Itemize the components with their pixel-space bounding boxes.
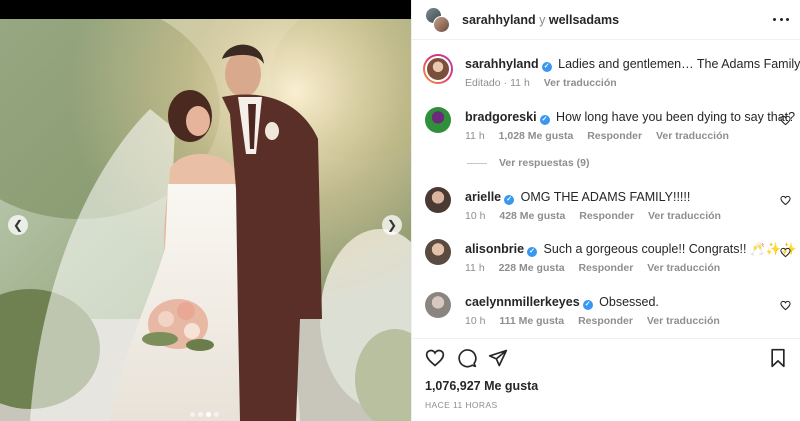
caption-meta: Editado · 11 h Ver traducción (465, 77, 628, 89)
comment-likes[interactable]: 228 Me gusta (499, 262, 565, 274)
post-photo-panel[interactable]: ❮ ❯ (0, 0, 411, 421)
post-header: sarahhyland y wellsadams (412, 0, 800, 40)
comment-username[interactable]: caelynnmillerkeyes (465, 295, 580, 309)
reply-button[interactable]: Responder (579, 210, 634, 222)
wedding-photo (0, 19, 411, 421)
comment-username[interactable]: sarahhyland (465, 57, 539, 71)
reply-button[interactable]: Responder (578, 315, 633, 327)
avatar[interactable] (423, 54, 453, 84)
carousel-dot (214, 412, 219, 417)
translate-link[interactable]: Ver traducción (648, 210, 721, 222)
verified-icon: ✓ (527, 247, 538, 257)
next-slide-button[interactable]: ❯ (382, 215, 402, 235)
verified-icon: ✓ (504, 195, 515, 205)
comment-username[interactable]: bradgoreski (465, 110, 537, 124)
author-username[interactable]: sarahhyland (462, 13, 536, 27)
caption-text-row: sarahhyland ✓ Ladies and gentlemen… The A… (465, 56, 800, 72)
avatar[interactable] (425, 107, 451, 133)
comments-list[interactable]: sarahhyland ✓ Ladies and gentlemen… The A… (412, 41, 800, 337)
like-comment-icon[interactable] (780, 300, 791, 311)
translate-link[interactable]: Ver traducción (544, 77, 617, 89)
comment-icon[interactable] (457, 348, 477, 368)
avatar[interactable] (425, 187, 451, 213)
comment-meta: 11 h 228 Me gusta Responder Ver traducci… (465, 262, 731, 274)
edited-label: Editado (465, 77, 501, 89)
meta-separator: · (503, 77, 508, 89)
post-timestamp[interactable]: HACE 11 HORAS (425, 400, 498, 410)
comment-time: 11 h (465, 130, 485, 142)
verified-icon: ✓ (541, 62, 552, 72)
comment-likes[interactable]: 1,028 Me gusta (499, 130, 574, 142)
like-comment-icon[interactable] (780, 195, 791, 206)
post-authors: sarahhyland y wellsadams (462, 13, 619, 27)
avatar (433, 16, 450, 33)
replies-divider (467, 162, 487, 164)
carousel-dot (198, 412, 203, 417)
more-options-icon[interactable] (773, 12, 789, 26)
previous-slide-button[interactable]: ❮ (8, 215, 28, 235)
photo-top-bar (0, 0, 411, 19)
author-joiner: y (539, 13, 546, 27)
bookmark-icon[interactable] (768, 348, 788, 368)
comment-likes[interactable]: 428 Me gusta (499, 210, 565, 222)
share-icon[interactable] (488, 348, 508, 368)
like-comment-icon[interactable] (780, 115, 791, 126)
translate-link[interactable]: Ver traducción (647, 315, 720, 327)
comment-text: Such a gorgeous couple!! Congrats!! 🥂✨✨ (543, 242, 797, 256)
post-actions: 1,076,927 Me gusta HACE 11 HORAS (412, 338, 800, 421)
reply-button[interactable]: Responder (578, 262, 633, 274)
comment-text: How long have you been dying to say that… (556, 110, 796, 124)
view-replies-label[interactable]: Ver respuestas (9) (499, 157, 589, 169)
reply-button[interactable]: Responder (587, 130, 642, 142)
collab-avatars[interactable] (425, 7, 451, 33)
avatar[interactable] (425, 292, 451, 318)
post-details-panel: sarahhyland y wellsadams sarahhyland ✓ La… (411, 0, 800, 421)
like-comment-icon[interactable] (780, 247, 791, 258)
comment-text-row: arielle ✓ OMG THE ADAMS FAMILY!!!!! (465, 189, 765, 205)
comment-meta: 10 h 111 Me gusta Responder Ver traducci… (465, 315, 731, 327)
comment-time: 10 h (465, 210, 486, 222)
comment-text-row: alisonbrie ✓ Such a gorgeous couple!! Con… (465, 241, 797, 257)
comment-text-row: caelynnmillerkeyes ✓ Obsessed. (465, 294, 765, 310)
verified-icon: ✓ (582, 300, 593, 310)
comment-text: Obsessed. (599, 295, 659, 309)
likes-count[interactable]: 1,076,927 Me gusta (425, 379, 538, 393)
comment-text-row: bradgoreski ✓ How long have you been dyin… (465, 109, 795, 125)
avatar[interactable] (425, 239, 451, 265)
heart-icon[interactable] (425, 348, 445, 368)
translate-link[interactable]: Ver traducción (656, 130, 729, 142)
comment-time: 11 h (465, 262, 485, 274)
carousel-indicator (190, 412, 219, 417)
verified-icon: ✓ (539, 115, 550, 125)
carousel-dot-active (206, 412, 211, 417)
comment-time: 11 h (510, 77, 530, 89)
comment-meta: 11 h 1,028 Me gusta Responder Ver traduc… (465, 130, 740, 142)
translate-link[interactable]: Ver traducción (647, 262, 720, 274)
comment-meta: 10 h 428 Me gusta Responder Ver traducci… (465, 210, 732, 222)
carousel-dot (190, 412, 195, 417)
author-username[interactable]: wellsadams (549, 13, 619, 27)
comment-text: OMG THE ADAMS FAMILY!!!!! (520, 190, 691, 204)
caption-text: Ladies and gentlemen… The Adams Family ✨… (558, 57, 800, 71)
comment-time: 10 h (465, 315, 486, 327)
comment-username[interactable]: arielle (465, 190, 501, 204)
view-replies-button[interactable]: Ver respuestas (9) (467, 157, 589, 169)
instagram-post-viewer: ❮ ❯ sarahhyland y wellsadams sarahhyland… (0, 0, 800, 421)
comment-likes[interactable]: 111 Me gusta (499, 315, 564, 327)
comment-username[interactable]: alisonbrie (465, 242, 524, 256)
